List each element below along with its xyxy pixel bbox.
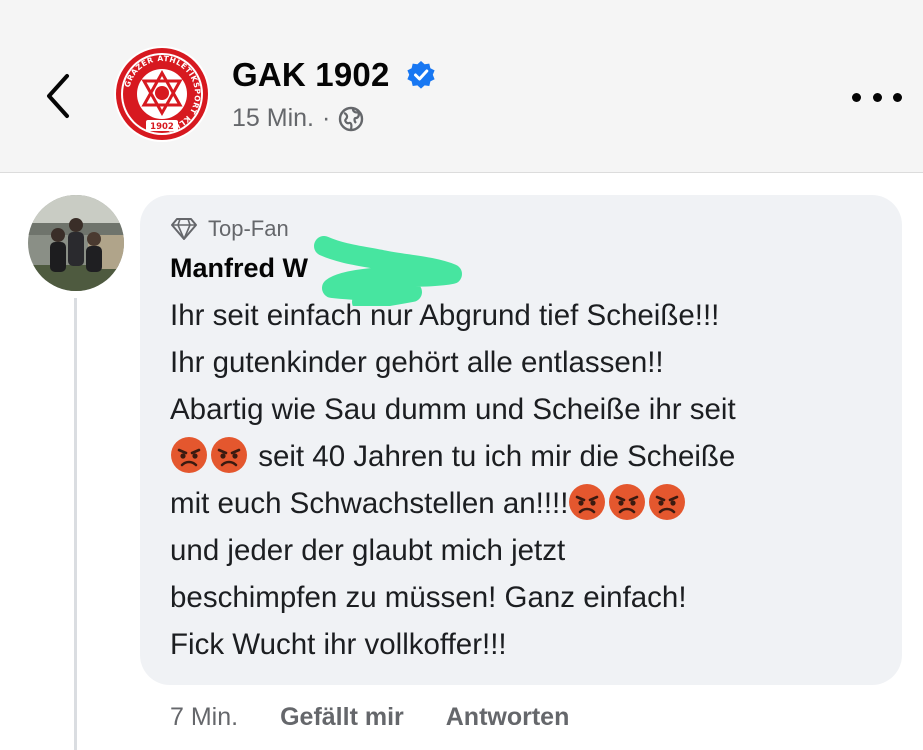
page-name[interactable]: GAK 1902 — [232, 56, 390, 94]
comment-author[interactable]: Manfred W — [170, 253, 308, 284]
comment-line: Ihr seit einfach nur Abgrund tief Scheiß… — [170, 299, 720, 332]
badge-label: Top-Fan — [208, 216, 289, 241]
more-options-icon — [872, 92, 882, 102]
page-logo[interactable]: GRAZER ATHLETIKSPORT KLUB 1902 — [114, 46, 210, 142]
comment-line: mit euch Schwachstellen an!!!! — [170, 487, 569, 520]
chevron-left-icon — [47, 74, 69, 118]
angry-face-icon — [171, 437, 207, 473]
angry-face-icon — [649, 484, 686, 520]
comment-actions: 7 Min. Gefällt mir Antworten — [170, 703, 611, 732]
comment-time[interactable]: 7 Min. — [170, 703, 238, 732]
top-fan-badge: Top-Fan — [170, 216, 289, 242]
angry-face-icon — [211, 437, 247, 473]
comment-line: Ihr gutenkinder gehört alle entlassen!! — [170, 346, 664, 379]
more-options-button[interactable] — [852, 82, 902, 112]
comment-line-with-emoji: mit euch Schwachstellen an!!!! — [170, 480, 890, 527]
comment-line: und jeder der glaubt mich jetzt — [170, 534, 566, 567]
comment-line: Abartig wie Sau dumm und Scheiße ihr sei… — [170, 393, 736, 426]
comment-line: beschimpfen zu müssen! Ganz einfach! — [170, 581, 687, 614]
post-meta: 15 Min. · — [232, 104, 364, 133]
angry-face-icon — [609, 484, 646, 520]
comment-text: Ihr seit einfach nur Abgrund tief Scheiß… — [170, 292, 890, 668]
comment-line: seit 40 Jahren tu ich mir die Scheiße — [250, 440, 736, 473]
comment-line: Fick Wucht ihr vollkoffer!!! — [170, 628, 507, 661]
globe-icon — [339, 106, 364, 131]
reply-button[interactable]: Antworten — [446, 703, 570, 732]
verified-badge-icon — [407, 61, 435, 89]
comment-line-with-emoji: seit 40 Jahren tu ich mir die Scheiße — [170, 433, 890, 480]
diamond-icon — [171, 218, 197, 240]
reply-thread-line — [74, 298, 77, 750]
avatar-photo — [28, 195, 124, 291]
like-button[interactable]: Gefällt mir — [280, 703, 404, 732]
gak-crest-logo: GRAZER ATHLETIKSPORT KLUB 1902 — [116, 48, 208, 140]
post-time[interactable]: 15 Min. — [232, 104, 314, 133]
meta-separator: · — [321, 104, 331, 132]
svg-text:1902: 1902 — [150, 122, 174, 132]
more-options-icon — [893, 92, 902, 102]
back-button[interactable] — [38, 70, 78, 122]
commenter-avatar[interactable] — [28, 195, 124, 291]
more-options-icon — [852, 92, 861, 102]
angry-face-icon — [569, 484, 606, 520]
header-divider — [0, 172, 923, 173]
